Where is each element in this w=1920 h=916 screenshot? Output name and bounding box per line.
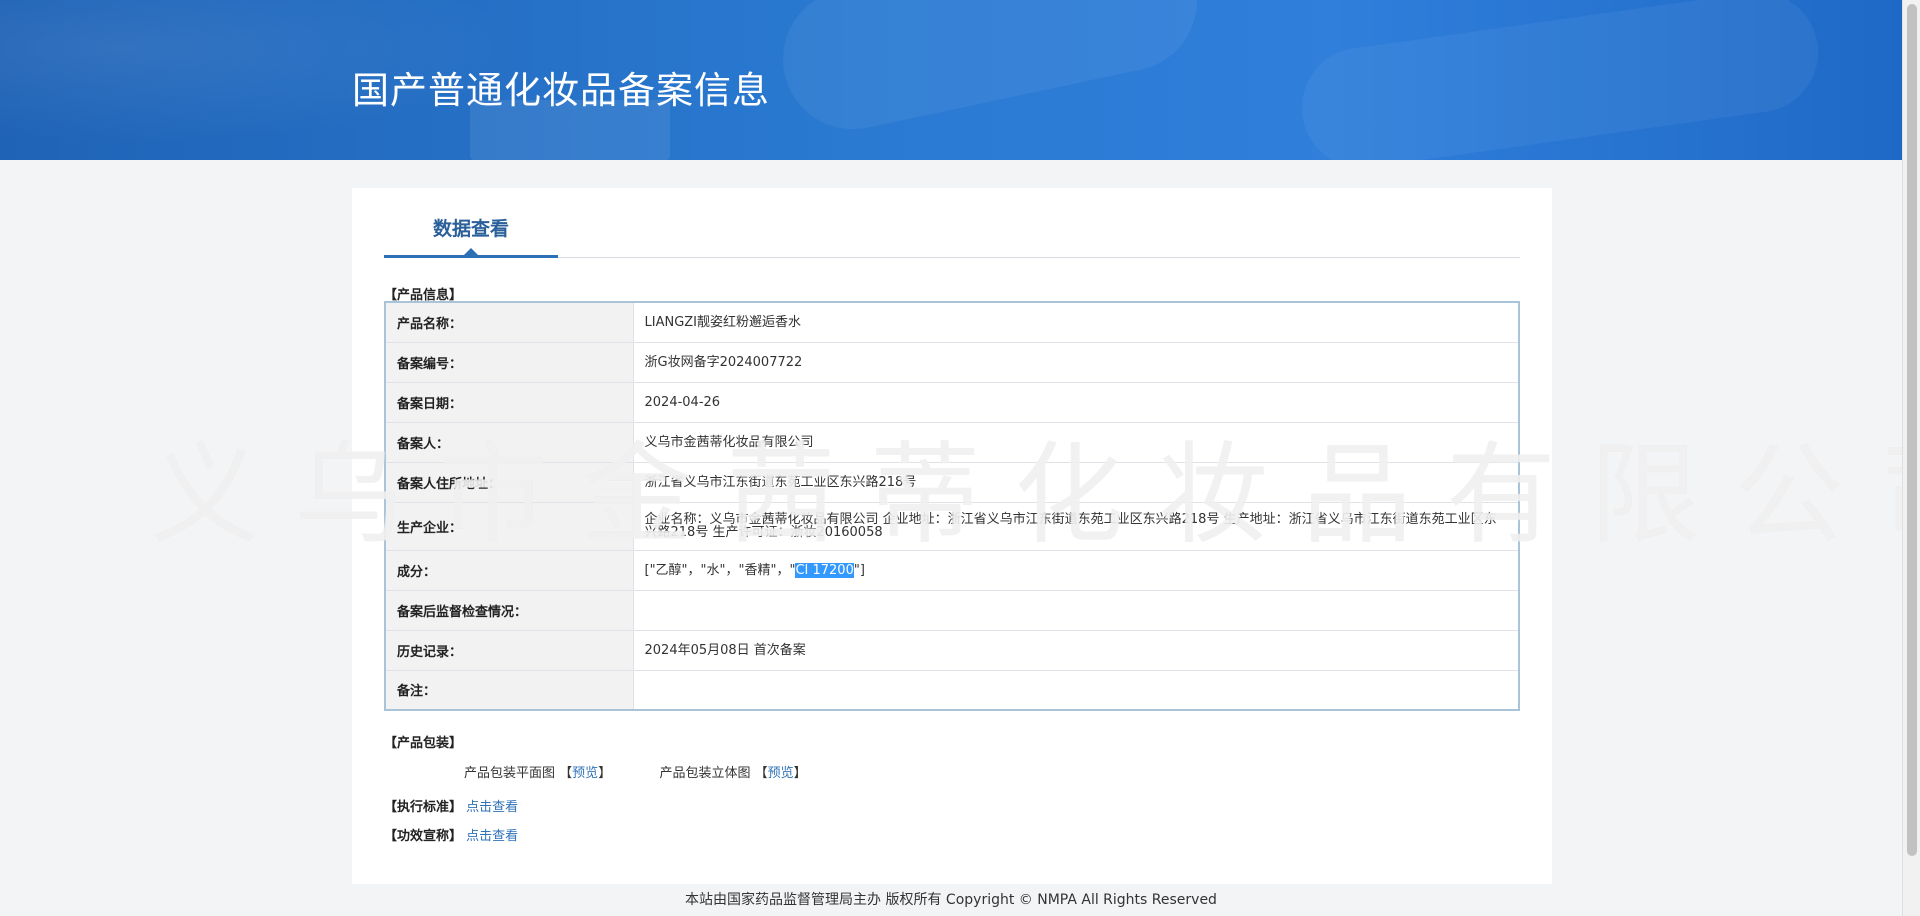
bracket: 【	[559, 766, 573, 781]
table-row: 备案编号： 浙G妆网备字2024007722	[384, 341, 1520, 383]
scrollbar-thumb[interactable]	[1907, 4, 1917, 856]
page-title: 国产普通化妆品备案信息	[352, 69, 770, 112]
efficacy-view-link[interactable]: 点击查看	[466, 829, 518, 844]
packaging-section-label: 【产品包装】	[384, 736, 463, 751]
packaging-flat-label: 产品包装平面图	[464, 766, 556, 781]
bracket: 】	[793, 766, 807, 781]
tab-active-caret-icon	[464, 248, 478, 255]
standard-label: 【执行标准】	[384, 800, 463, 815]
bracket: 】	[598, 766, 612, 781]
packaging-solid-label: 产品包装立体图	[659, 766, 751, 781]
row-label: 成分：	[384, 549, 634, 591]
packaging-solid-item: 产品包装立体图 【预览】	[659, 766, 806, 781]
table-row: 备案人： 义乌市金茜蒂化妆品有限公司	[384, 421, 1520, 463]
packaging-flat-item: 产品包装平面图 【预览】	[464, 766, 615, 781]
table-row: 备案人住所地址： 浙江省义乌市江东街道东苑工业区东兴路218号	[384, 461, 1520, 503]
row-label: 备案后监督检查情况：	[384, 589, 634, 631]
row-label: 产品名称：	[384, 301, 634, 343]
standard-view-link[interactable]: 点击查看	[466, 800, 518, 815]
table-row: 产品名称： LIANGZI靓姿红粉邂逅香水	[384, 301, 1520, 343]
ingredients-text: ["乙醇"，"水"，"香精"，"	[644, 562, 796, 578]
remarks-value	[632, 669, 1520, 711]
tab-bar: 数据查看	[384, 188, 1520, 258]
packaging-flat-preview-link[interactable]: 预览	[572, 766, 598, 781]
header-decoration	[770, 0, 1210, 143]
table-row: 历史记录： 2024年05月08日 首次备案	[384, 629, 1520, 671]
tab-data-view[interactable]: 数据查看	[384, 188, 558, 258]
packaging-row: 产品包装平面图 【预览】 产品包装立体图 【预览】	[464, 762, 807, 781]
row-label: 备案人住所地址：	[384, 461, 634, 503]
standard-row: 【执行标准】 点击查看	[384, 796, 518, 815]
registration-date-value: 2024-04-26	[632, 381, 1520, 423]
product-info-table: 产品名称： LIANGZI靓姿红粉邂逅香水 备案编号： 浙G妆网备字202400…	[384, 301, 1520, 711]
history-value: 2024年05月08日 首次备案	[632, 629, 1520, 671]
selected-text[interactable]: CI 17200	[795, 562, 854, 578]
table-row: 备案后监督检查情况：	[384, 589, 1520, 631]
registrant-address-value: 浙江省义乌市江东街道东苑工业区东兴路218号	[632, 461, 1520, 503]
header-decoration	[1294, 0, 1826, 160]
row-label: 备案人：	[384, 421, 634, 463]
row-label: 备案日期：	[384, 381, 634, 423]
ingredients-text: "]	[853, 562, 865, 578]
packaging-solid-preview-link[interactable]: 预览	[768, 766, 794, 781]
row-label: 备案编号：	[384, 341, 634, 383]
page-footer: 本站由国家药品监督管理局主办 版权所有 Copyright © NMPA All…	[685, 892, 1217, 908]
vertical-scrollbar[interactable]	[1902, 0, 1920, 916]
content-panel: 数据查看 【产品信息】 产品名称： LIANGZI靓姿红粉邂逅香水 备案编号： …	[352, 188, 1552, 884]
tab-label: 数据查看	[432, 218, 509, 240]
ingredients-value: ["乙醇"，"水"，"香精"，"CI 17200"]	[632, 549, 1520, 591]
row-label: 备注：	[384, 669, 634, 711]
registration-number-value: 浙G妆网备字2024007722	[632, 341, 1520, 383]
efficacy-row: 【功效宣称】 点击查看	[384, 825, 518, 844]
row-label: 生产企业：	[384, 501, 634, 551]
product-name-value: LIANGZI靓姿红粉邂逅香水	[632, 301, 1520, 343]
table-row: 生产企业： 企业名称：义乌市金茜蒂化妆品有限公司 企业地址：浙江省义乌市江东街道…	[384, 501, 1520, 551]
registrant-value: 义乌市金茜蒂化妆品有限公司	[632, 421, 1520, 463]
efficacy-label: 【功效宣称】	[384, 829, 463, 844]
page-header: 国产普通化妆品备案信息	[0, 0, 1902, 160]
manufacturer-value: 企业名称：义乌市金茜蒂化妆品有限公司 企业地址：浙江省义乌市江东街道东苑工业区东…	[632, 501, 1520, 551]
row-label: 历史记录：	[384, 629, 634, 671]
table-row: 成分： ["乙醇"，"水"，"香精"，"CI 17200"]	[384, 549, 1520, 591]
bracket: 【	[754, 766, 768, 781]
supervision-value	[632, 589, 1520, 631]
table-row: 备注：	[384, 669, 1520, 711]
table-row: 备案日期： 2024-04-26	[384, 381, 1520, 423]
